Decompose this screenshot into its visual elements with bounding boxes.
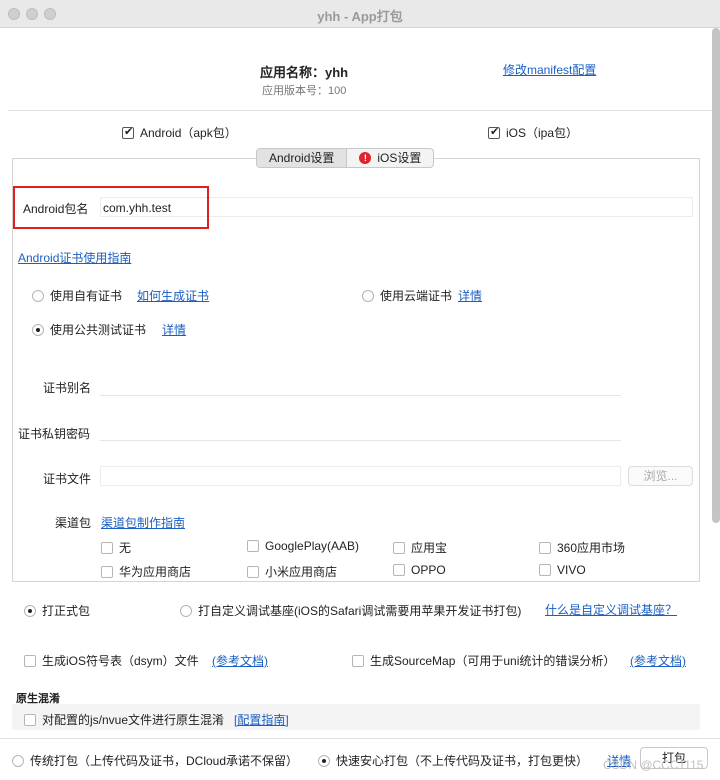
app-version: 应用版本号：100 — [262, 85, 347, 97]
dsym-option[interactable]: 生成iOS符号表（dsym）文件 — [24, 652, 199, 669]
channel-option[interactable]: GooglePlay(AAB) — [247, 539, 359, 553]
dsym-label: 生成iOS符号表（dsym）文件 — [42, 654, 199, 668]
traditional-pack-radio[interactable] — [12, 754, 24, 767]
secure-pack-label: 快速安心打包（不上传代码及证书，打包更快） — [336, 754, 589, 768]
custom-base-radio[interactable] — [180, 604, 192, 617]
channel-label-text: 华为应用商店 — [119, 565, 192, 579]
channel-label-text: 360应用市场 — [557, 541, 626, 555]
what-is-custom-base-link[interactable]: 什么是自定义调试基座？ — [545, 601, 677, 618]
cert-alias-input[interactable] — [100, 376, 621, 396]
android-cert-guide-link[interactable]: Android证书使用指南 — [18, 249, 131, 266]
ios-platform-option[interactable]: iOS（ipa包） — [488, 124, 578, 141]
channel-checkbox[interactable] — [393, 564, 405, 576]
tab-android-settings[interactable]: Android设置 — [257, 149, 348, 167]
cert-cloud-option[interactable]: 使用云端证书 — [362, 287, 452, 304]
browse-button[interactable]: 浏览... — [628, 466, 693, 486]
channel-option[interactable]: 华为应用商店 — [101, 563, 191, 580]
traditional-pack-option[interactable]: 传统打包（上传代码及证书，DCloud承诺不保留） — [12, 752, 298, 769]
cert-own-radio[interactable] — [32, 289, 44, 302]
channel-option[interactable]: 应用宝 — [393, 539, 447, 556]
release-build-label: 打正式包 — [42, 604, 91, 618]
android-platform-option[interactable]: Android（apk包） — [122, 124, 237, 141]
android-platform-checkbox[interactable] — [122, 125, 134, 139]
channel-checkbox[interactable] — [247, 540, 259, 552]
app-name: 应用名称：yhh — [260, 65, 349, 80]
release-build-option[interactable]: 打正式包 — [24, 602, 90, 619]
channel-guide-link[interactable]: 渠道包制作指南 — [101, 514, 185, 531]
channel-option[interactable]: 360应用市场 — [539, 539, 625, 556]
secure-pack-radio[interactable] — [318, 754, 330, 767]
header-divider — [8, 110, 712, 111]
secure-pack-option[interactable]: 快速安心打包（不上传代码及证书，打包更快） — [318, 752, 588, 769]
cert-own-label: 使用自有证书 — [50, 289, 123, 303]
watermark: CSDN @CCC1115 — [603, 758, 704, 772]
cert-public-label: 使用公共测试证书 — [50, 323, 147, 337]
channel-label: 渠道包 — [55, 516, 92, 530]
vertical-scrollbar[interactable] — [712, 28, 720, 523]
cert-alias-label: 证书别名 — [43, 381, 92, 395]
channel-checkbox[interactable] — [101, 565, 113, 578]
cert-own-option[interactable]: 使用自有证书 — [32, 287, 122, 304]
tab-ios-settings[interactable]: ! iOS设置 — [347, 149, 433, 167]
custom-base-option[interactable]: 打自定义调试基座(iOS的Safari调试需要用苹果开发证书打包) — [180, 602, 521, 619]
channel-checkbox[interactable] — [393, 541, 405, 554]
obfuscation-guide-link[interactable]: [配置指南] — [234, 711, 289, 728]
error-icon: ! — [359, 152, 372, 164]
cert-file-label: 证书文件 — [43, 472, 92, 486]
sourcemap-label: 生成SourceMap（可用于uni统计的错误分析） — [370, 654, 616, 668]
channel-label-text: 小米应用商店 — [265, 565, 338, 579]
cert-public-option[interactable]: 使用公共测试证书 — [32, 321, 146, 338]
tab-ios-label: iOS设置 — [377, 151, 422, 165]
cert-cloud-label: 使用云端证书 — [380, 289, 453, 303]
channel-checkbox[interactable] — [101, 541, 113, 554]
ios-platform-label: iOS（ipa包） — [506, 126, 579, 140]
cert-cloud-details-link[interactable]: 详情 — [458, 287, 482, 304]
channel-checkbox[interactable] — [247, 565, 259, 578]
custom-base-label: 打自定义调试基座(iOS的Safari调试需要用苹果开发证书打包) — [198, 604, 522, 618]
channel-option[interactable]: VIVO — [539, 563, 586, 577]
dsym-checkbox[interactable] — [24, 654, 36, 667]
channel-option[interactable]: 无 — [101, 539, 131, 556]
cert-password-label: 证书私钥密码 — [18, 427, 91, 441]
cert-cloud-radio[interactable] — [362, 289, 374, 302]
cert-public-details-link[interactable]: 详情 — [162, 321, 186, 338]
footer-divider — [0, 738, 720, 739]
sourcemap-checkbox[interactable] — [352, 654, 364, 667]
window-title: yhh - App打包 — [317, 9, 403, 24]
obfuscation-checkbox[interactable] — [24, 713, 36, 726]
channel-option[interactable]: 小米应用商店 — [247, 563, 337, 580]
channel-option[interactable]: OPPO — [393, 563, 446, 577]
sourcemap-docs-link[interactable]: (参考文档) — [630, 652, 686, 669]
channel-checkbox[interactable] — [539, 564, 551, 576]
obfuscation-option[interactable]: 对配置的js/nvue文件进行原生混淆 — [24, 711, 224, 728]
channel-label-text: 应用宝 — [411, 541, 448, 555]
traditional-pack-label: 传统打包（上传代码及证书，DCloud承诺不保留） — [30, 754, 299, 768]
highlight-box — [13, 186, 209, 229]
dsym-docs-link[interactable]: (参考文档) — [212, 652, 268, 669]
android-platform-label: Android（apk包） — [140, 126, 237, 140]
ios-platform-checkbox[interactable] — [488, 125, 500, 139]
tab-android-label: Android设置 — [269, 151, 335, 165]
channel-label-text: GooglePlay(AAB) — [265, 539, 360, 553]
cert-file-input[interactable] — [100, 466, 621, 486]
how-to-generate-cert-link[interactable]: 如何生成证书 — [137, 287, 209, 304]
cert-password-input[interactable] — [100, 421, 621, 441]
channel-label-text: VIVO — [557, 563, 586, 577]
channel-label-text: 无 — [119, 541, 132, 555]
modify-manifest-link[interactable]: 修改manifest配置 — [503, 61, 596, 78]
channel-checkbox[interactable] — [539, 541, 551, 554]
channel-label-text: OPPO — [411, 563, 446, 577]
platform-tabs: Android设置 ! iOS设置 — [256, 148, 435, 168]
obfuscation-label: 对配置的js/nvue文件进行原生混淆 — [42, 713, 225, 727]
cert-public-radio[interactable] — [32, 323, 44, 336]
sourcemap-option[interactable]: 生成SourceMap（可用于uni统计的错误分析） — [352, 652, 615, 669]
release-build-radio[interactable] — [24, 604, 36, 617]
